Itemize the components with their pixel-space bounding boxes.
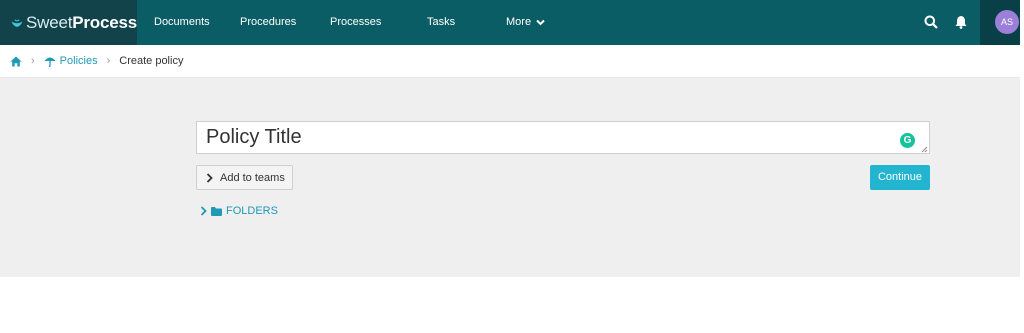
policy-title-input[interactable]: Policy Title (196, 121, 930, 154)
nav-documents[interactable]: Documents (154, 0, 210, 45)
chevron-right-icon (206, 172, 213, 183)
search-icon[interactable] (924, 15, 938, 29)
logo-text-light: Sweet (25, 12, 73, 32)
logo-text-bold: Process (72, 12, 137, 32)
grammarly-icon[interactable]: G (900, 133, 915, 148)
breadcrumb: › Policies › Create policy (0, 45, 1020, 78)
chevron-down-icon (536, 19, 545, 26)
create-policy-form: Policy Title G Add to teams Continue FOL… (0, 78, 1020, 277)
add-to-teams-label: Add to teams (220, 171, 285, 184)
nav-tasks[interactable]: Tasks (427, 0, 455, 45)
breadcrumb-policies[interactable]: Policies (44, 55, 98, 67)
add-to-teams-button[interactable]: Add to teams (196, 165, 293, 190)
nav-procedures[interactable]: Procedures (240, 0, 296, 45)
folders-toggle[interactable]: FOLDERS (200, 205, 278, 217)
logo-icon (11, 18, 23, 27)
folder-icon (211, 206, 222, 216)
folders-label: FOLDERS (226, 205, 278, 217)
avatar[interactable]: AS (995, 10, 1019, 34)
continue-button[interactable]: Continue (870, 165, 930, 190)
chevron-right-icon (200, 206, 207, 216)
home-icon[interactable] (10, 56, 22, 67)
breadcrumb-policies-label: Policies (59, 55, 98, 67)
breadcrumb-separator: › (106, 55, 111, 67)
nav-processes[interactable]: Processes (330, 0, 381, 45)
umbrella-icon (44, 57, 56, 67)
nav-more[interactable]: More (506, 0, 545, 45)
app-logo[interactable]: Sweet Process (0, 0, 137, 45)
breadcrumb-separator: › (31, 55, 35, 67)
resize-grip-icon[interactable] (920, 145, 928, 153)
policy-title-value: Policy Title (206, 126, 302, 148)
top-navbar: Sweet Process Documents Procedures Proce… (0, 0, 1020, 45)
nav-more-label: More (506, 16, 532, 28)
breadcrumb-current: Create policy (119, 55, 184, 67)
bell-icon[interactable] (954, 15, 968, 29)
